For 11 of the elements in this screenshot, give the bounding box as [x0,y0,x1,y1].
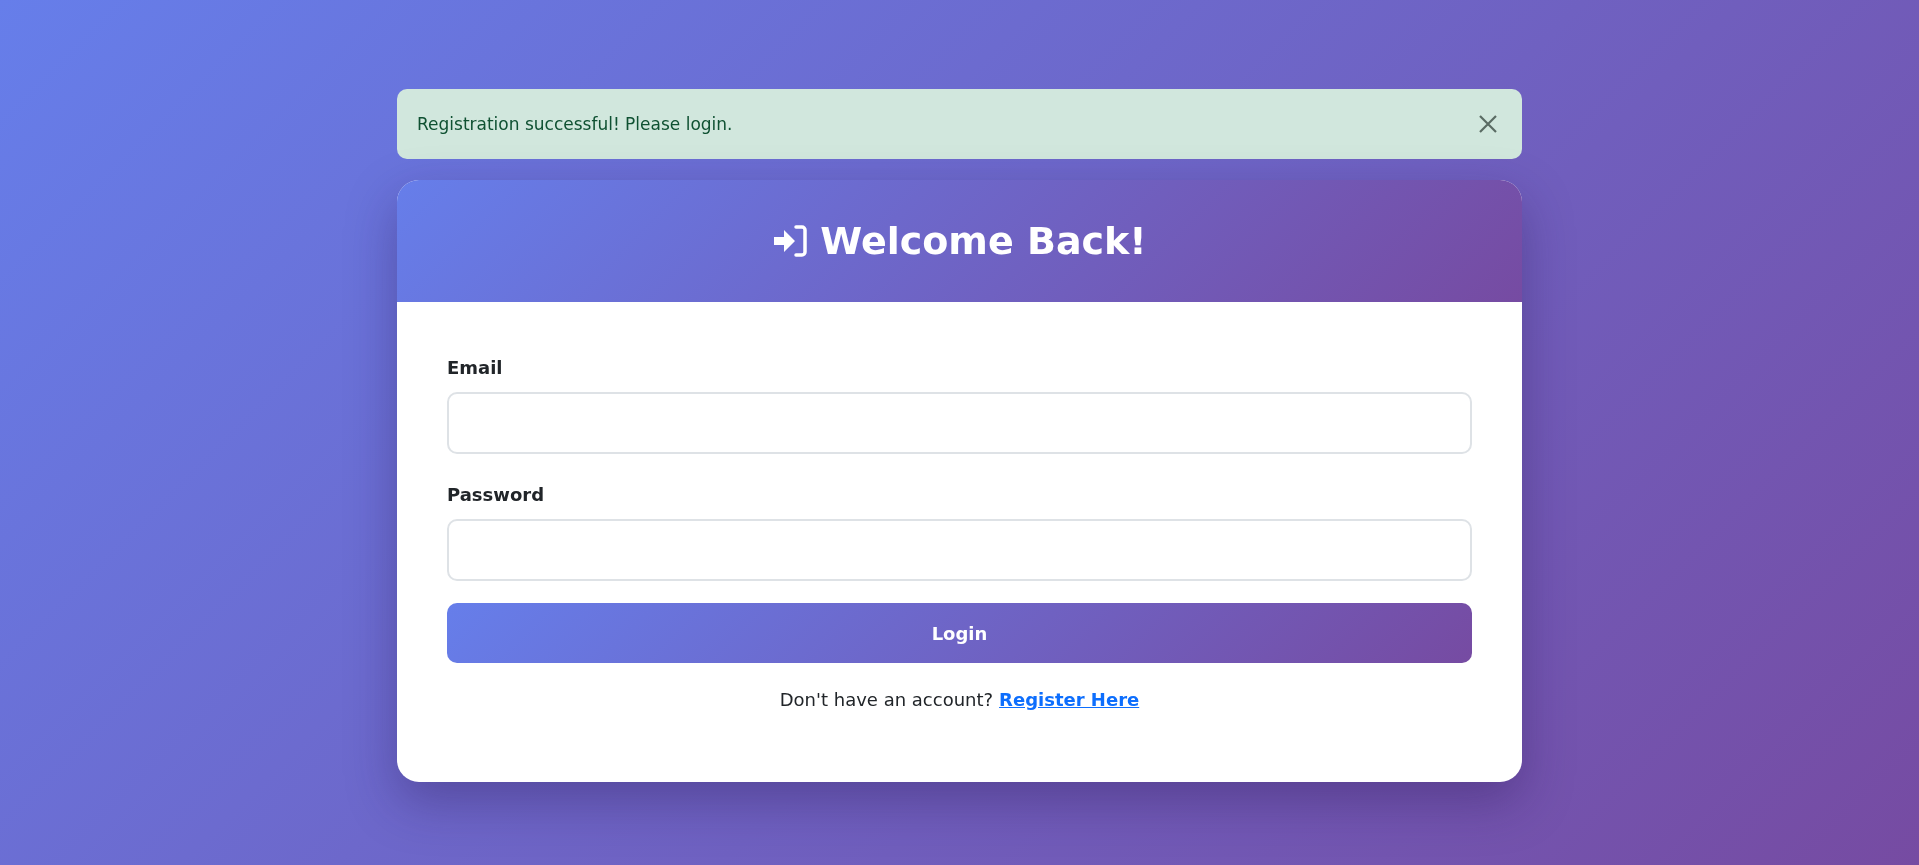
register-link[interactable]: Register Here [999,689,1140,710]
register-prompt: Don't have an account? [779,689,994,710]
close-icon [1478,114,1498,134]
input-field[interactable] [447,519,1472,581]
field-label: Password [447,484,546,505]
login-button[interactable]: Login [447,603,1472,663]
sign-in-icon [772,224,809,258]
input-field[interactable] [447,392,1472,454]
field-label: Email [447,357,504,378]
card-title: Welcome Back! [820,219,1147,263]
alert-message: Registration successful! Please login. [417,114,733,134]
